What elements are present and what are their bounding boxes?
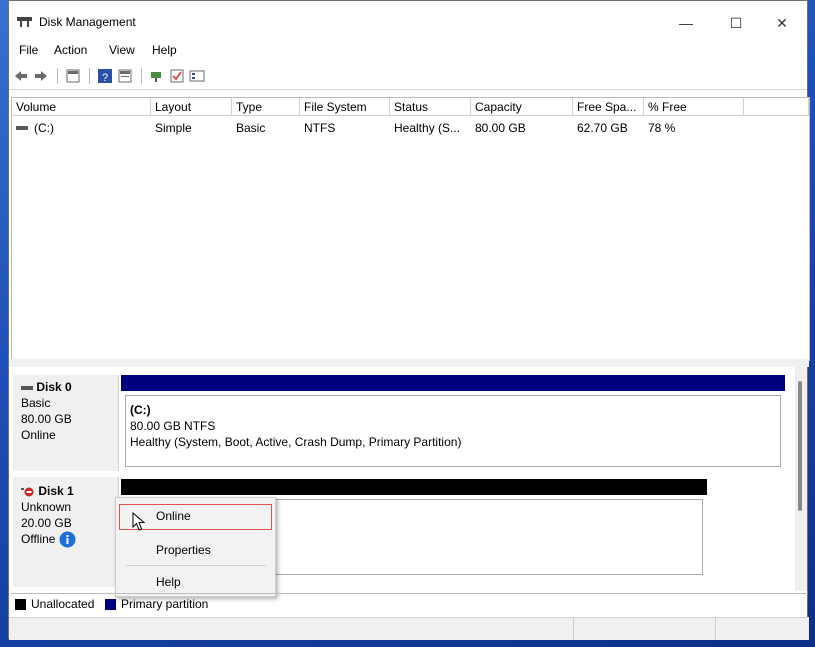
- disk-1-type: Unknown: [21, 500, 72, 514]
- disk-1-state: Offline: [21, 532, 56, 546]
- disk-1-state-row: Offline: [13, 531, 118, 548]
- list-icon[interactable]: [117, 68, 133, 84]
- cell-status: Healthy (S...: [394, 121, 461, 135]
- title-bar[interactable]: Disk Management — ☐ ✕: [9, 1, 807, 41]
- disk-management-app-icon: [17, 17, 32, 27]
- disk-1-label[interactable]: Disk 1 Unknown 20.00 GB Offline: [13, 477, 119, 587]
- status-divider: [715, 618, 716, 640]
- disk-1-name: Disk 1: [38, 484, 74, 498]
- col-header-file-system[interactable]: File System: [300, 98, 390, 116]
- cell-capacity: 80.00 GB: [475, 121, 526, 135]
- col-header-status[interactable]: Status: [390, 98, 471, 116]
- legend-unallocated: Unallocated: [31, 597, 95, 611]
- toolbar-separator: [57, 68, 58, 84]
- unallocated-color-bar: [121, 479, 707, 495]
- disk-0-type: Basic: [21, 396, 51, 410]
- cell-layout: Simple: [155, 121, 192, 135]
- rescan-icon[interactable]: [149, 68, 165, 84]
- partition-c[interactable]: (C:) 80.00 GB NTFS Healthy (System, Boot…: [125, 395, 781, 467]
- col-header-empty: [744, 98, 809, 116]
- disk-0-partition-area: (C:) 80.00 GB NTFS Healthy (System, Boot…: [121, 375, 785, 471]
- minimize-button[interactable]: —: [663, 9, 709, 37]
- properties-icon[interactable]: [189, 68, 205, 84]
- status-bar: [9, 617, 809, 640]
- menu-file[interactable]: File: [19, 43, 38, 57]
- menu-bar: File Action View Help: [9, 41, 807, 61]
- disk-0-size: 80.00 GB: [21, 412, 72, 426]
- col-header-percent-free[interactable]: % Free: [644, 98, 744, 116]
- disk-1-size: 20.00 GB: [21, 516, 72, 530]
- cell-file-system: NTFS: [304, 121, 336, 135]
- col-header-volume[interactable]: Volume: [12, 98, 151, 116]
- context-menu-separator: [126, 565, 266, 566]
- menu-view[interactable]: View: [109, 43, 135, 57]
- col-header-type[interactable]: Type: [232, 98, 300, 116]
- volume-list: Volume Layout Type File System Status Ca…: [11, 97, 810, 361]
- check-icon[interactable]: [169, 68, 185, 84]
- maximize-button[interactable]: ☐: [713, 9, 759, 37]
- unallocated-swatch: [15, 599, 26, 610]
- legend-bar: Unallocated Primary partition: [11, 593, 808, 616]
- menu-help[interactable]: Help: [152, 43, 177, 57]
- col-header-capacity[interactable]: Capacity: [471, 98, 573, 116]
- status-divider: [573, 618, 574, 640]
- disk-icon: [21, 385, 33, 390]
- context-menu-help[interactable]: Help: [156, 575, 181, 589]
- disk-0-state: Online: [21, 428, 56, 442]
- context-menu-online-label: Online: [156, 509, 191, 523]
- cell-percent-free: 78 %: [648, 121, 676, 135]
- partition-health: Healthy (System, Boot, Active, Crash Dum…: [130, 435, 462, 449]
- forward-arrow-icon[interactable]: [33, 68, 49, 84]
- primary-partition-color-bar: [121, 375, 785, 391]
- volume-icon: [16, 126, 28, 130]
- primary-partition-swatch: [105, 599, 116, 610]
- mouse-cursor-icon: [132, 512, 146, 531]
- disk-0-name: Disk 0: [36, 380, 72, 394]
- close-button[interactable]: ✕: [759, 9, 805, 37]
- info-icon[interactable]: [59, 531, 76, 548]
- partition-name: (C:): [130, 403, 151, 417]
- disk-0-label[interactable]: Disk 0 Basic 80.00 GB Online: [13, 375, 119, 471]
- svg-text:?: ?: [102, 72, 108, 84]
- col-header-free-space[interactable]: Free Spa...: [573, 98, 644, 116]
- menu-action[interactable]: Action: [54, 43, 87, 57]
- vertical-scrollbar[interactable]: [795, 367, 807, 591]
- context-menu-properties[interactable]: Properties: [156, 543, 211, 557]
- toolbar: ?: [9, 63, 807, 90]
- toolbar-separator: [141, 68, 142, 84]
- cell-volume: (C:): [34, 121, 54, 135]
- pane-splitter[interactable]: [9, 359, 809, 367]
- cell-free-space: 62.70 GB: [577, 121, 628, 135]
- scrollbar-thumb[interactable]: [798, 381, 802, 511]
- col-header-layout[interactable]: Layout: [151, 98, 232, 116]
- toolbar-separator: [89, 68, 90, 84]
- back-arrow-icon[interactable]: [13, 68, 29, 84]
- cell-type: Basic: [236, 121, 266, 135]
- view-icon[interactable]: [65, 68, 81, 84]
- disk-1-name-row: Disk 1: [13, 483, 118, 499]
- disk-0-name-row: Disk 0: [13, 379, 118, 395]
- offline-disk-icon: [21, 487, 34, 497]
- partition-size-fs: 80.00 GB NTFS: [130, 419, 216, 433]
- window-title: Disk Management: [39, 15, 136, 29]
- help-icon[interactable]: ?: [97, 68, 113, 84]
- disk-management-window: Disk Management — ☐ ✕ File Action View H…: [8, 0, 810, 640]
- legend-primary-partition: Primary partition: [121, 597, 209, 611]
